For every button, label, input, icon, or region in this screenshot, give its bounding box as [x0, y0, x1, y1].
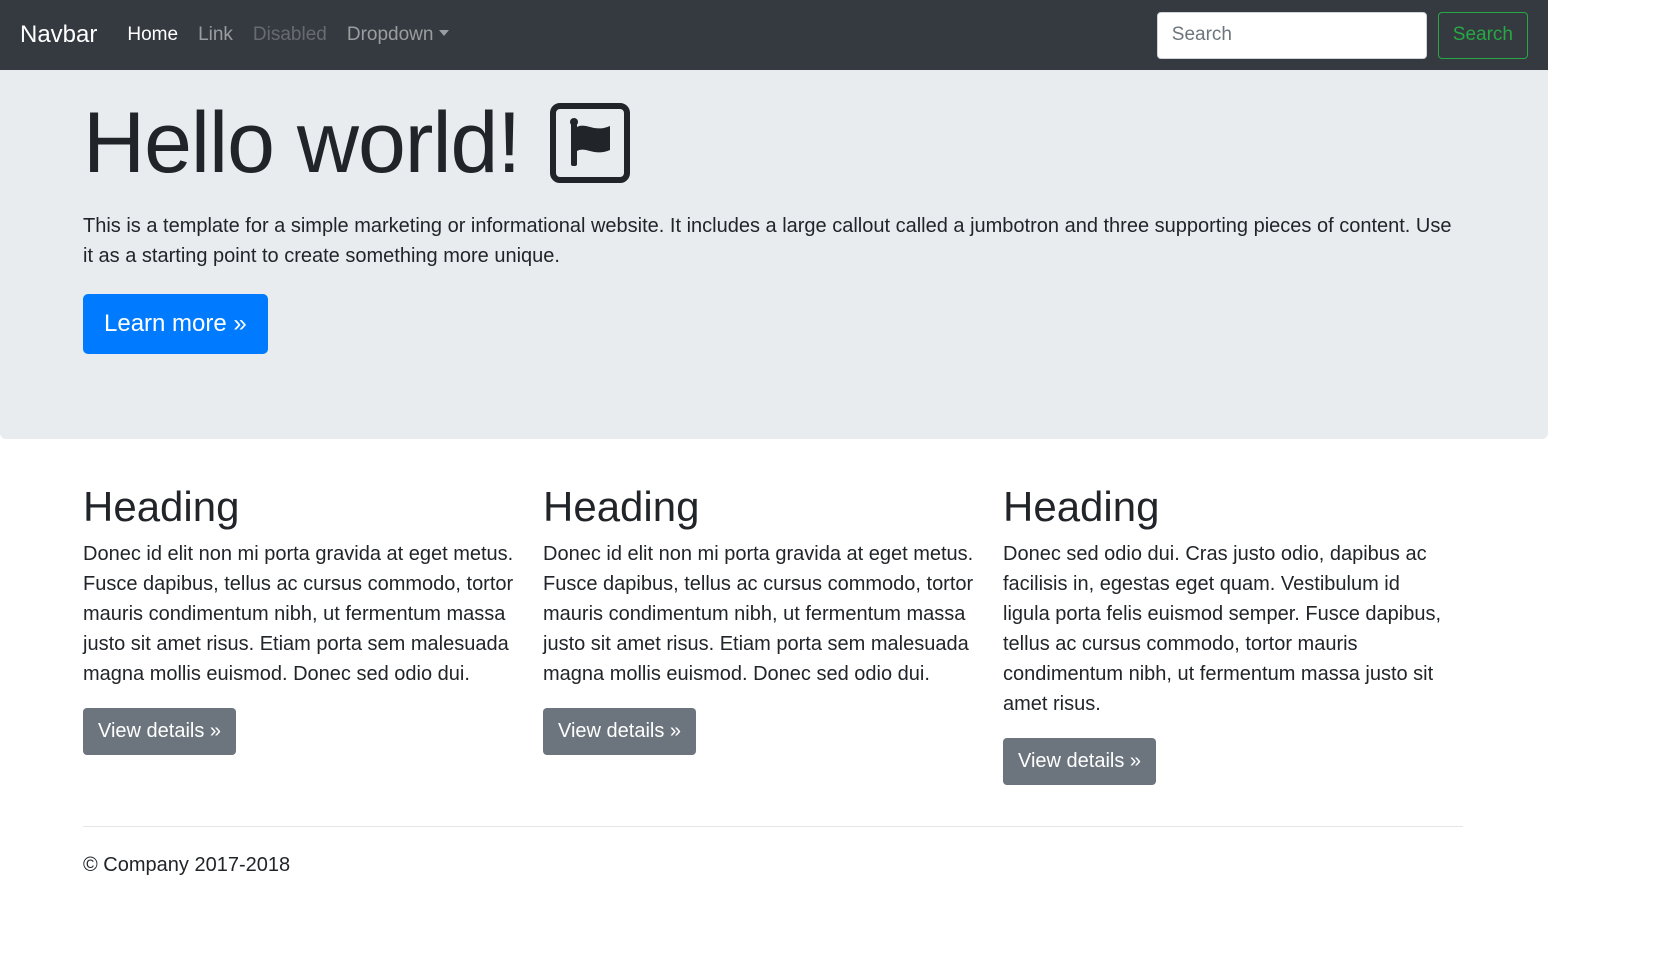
search-form: Search: [1156, 11, 1528, 59]
flag-icon: [550, 102, 631, 183]
view-details-button[interactable]: View details »: [83, 708, 237, 755]
nav-link-disabled: Disabled: [252, 24, 327, 45]
learn-more-button[interactable]: Learn more »: [83, 294, 268, 354]
search-button[interactable]: Search: [1437, 11, 1528, 59]
navbar-brand[interactable]: Navbar: [20, 21, 97, 49]
feature-column: Heading Donec sed odio dui. Cras justo o…: [1003, 480, 1463, 785]
footer-divider: [83, 826, 1463, 827]
jumbotron-title: Hello world!: [83, 95, 1463, 190]
nav-dropdown-toggle[interactable]: Dropdown: [347, 24, 450, 46]
column-heading: Heading: [1003, 483, 1160, 530]
view-details-button[interactable]: View details »: [1003, 738, 1157, 785]
feature-column: Heading Donec id elit non mi porta gravi…: [83, 480, 543, 785]
column-text: Donec id elit non mi porta gravida at eg…: [543, 543, 974, 685]
jumbotron-lead: This is a template for a simple marketin…: [83, 215, 1452, 267]
nav-dropdown-label: Dropdown: [346, 24, 434, 45]
column-text: Donec sed odio dui. Cras justo odio, dap…: [1003, 543, 1442, 715]
nav-link-link[interactable]: Link: [198, 24, 233, 46]
nav-link-home[interactable]: Home: [127, 24, 178, 46]
footer-copyright: © Company 2017-2018: [83, 854, 291, 876]
caret-down-icon: [439, 30, 450, 37]
navbar: Navbar Home Link Disabled Dropdown Searc…: [0, 0, 1548, 70]
column-heading: Heading: [83, 483, 240, 530]
jumbotron-title-text: Hello world!: [83, 94, 521, 191]
view-details-button[interactable]: View details »: [543, 708, 697, 755]
jumbotron: Hello world! This is a template for a si…: [0, 70, 1548, 439]
feature-columns: Heading Donec id elit non mi porta gravi…: [83, 480, 1463, 785]
search-input[interactable]: [1156, 11, 1427, 59]
feature-column: Heading Donec id elit non mi porta gravi…: [543, 480, 1003, 785]
jumbotron-content: Hello world! This is a template for a si…: [83, 95, 1463, 354]
nav-links: Home Link Disabled Dropdown: [127, 24, 450, 46]
column-heading: Heading: [543, 483, 700, 530]
column-text: Donec id elit non mi porta gravida at eg…: [83, 543, 514, 685]
